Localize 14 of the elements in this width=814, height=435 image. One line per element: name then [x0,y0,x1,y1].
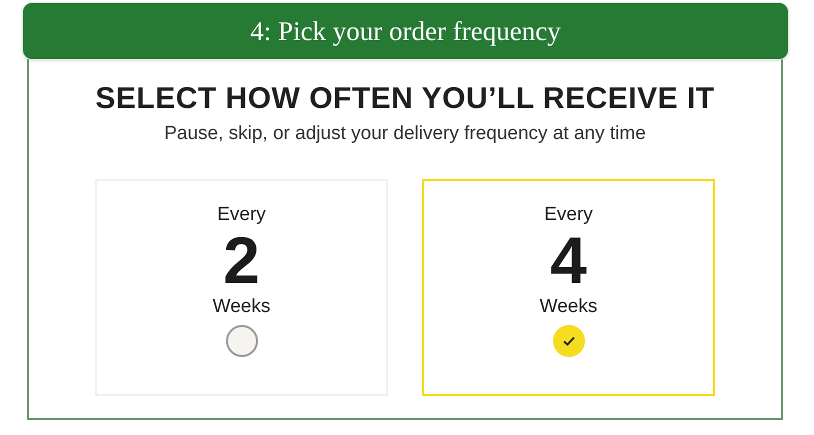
every-label: Every [217,202,266,226]
every-label: Every [544,202,593,226]
frequency-card[interactable]: Every 2 Weeks [95,178,388,396]
weeks-label: Weeks [540,294,598,318]
heading: SELECT HOW OFTEN YOU’LL RECEIVE IT [95,82,715,116]
banner-title: 4: Pick your order frequency [250,14,561,48]
frequency-card[interactable]: Every 4 Weeks [422,178,715,396]
week-count: 4 [550,226,587,292]
weeks-label: Weeks [212,294,270,318]
radio-button[interactable] [226,324,258,356]
check-icon [562,334,576,346]
checked-radio[interactable] [552,324,584,356]
subtitle: Pause, skip, or adjust your delivery frequency at any time [164,122,646,146]
week-count: 2 [223,226,260,292]
